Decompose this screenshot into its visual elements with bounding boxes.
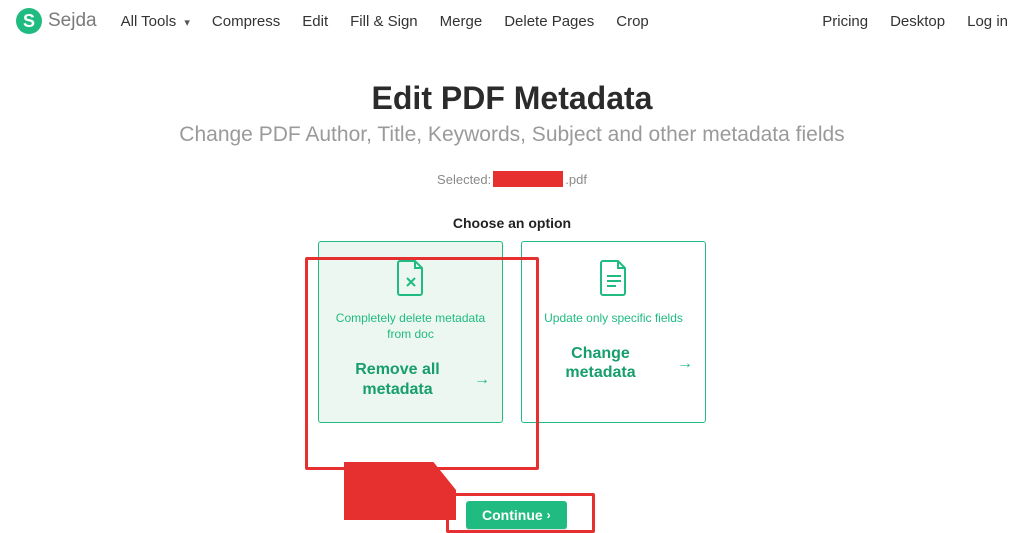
brand-badge-icon: S xyxy=(16,8,42,34)
nav-login[interactable]: Log in xyxy=(967,13,1008,30)
option-change-metadata[interactable]: Update only specific fields Change metad… xyxy=(521,241,706,423)
option-remove-title: Remove all metadata → xyxy=(331,360,490,398)
nav-fill-sign[interactable]: Fill & Sign xyxy=(350,13,418,30)
option-cards: Completely delete metadata from doc Remo… xyxy=(0,241,1024,423)
option-remove-desc: Completely delete metadata from doc xyxy=(331,310,490,342)
selected-suffix: .pdf xyxy=(565,172,587,187)
nav-edit[interactable]: Edit xyxy=(302,13,328,30)
arrow-right-icon: → xyxy=(474,370,490,389)
selected-prefix: Selected: xyxy=(437,172,491,187)
option-change-title: Change metadata → xyxy=(534,344,693,382)
option-remove-metadata[interactable]: Completely delete metadata from doc Remo… xyxy=(318,241,503,423)
nav-compress[interactable]: Compress xyxy=(212,13,280,30)
page-title: Edit PDF Metadata xyxy=(0,80,1024,117)
file-lines-icon xyxy=(599,260,629,296)
nav-merge[interactable]: Merge xyxy=(440,13,483,30)
nav-all-tools[interactable]: All Tools ▾ xyxy=(121,13,190,30)
file-x-icon xyxy=(396,260,426,296)
chevron-down-icon: ▾ xyxy=(184,17,190,29)
brand-logo[interactable]: S Sejda xyxy=(16,8,97,34)
annotation-arrow-icon xyxy=(344,462,456,520)
brand-text: Sejda xyxy=(48,10,97,32)
arrow-right-icon: → xyxy=(677,354,693,373)
nav-desktop[interactable]: Desktop xyxy=(890,13,945,30)
choose-option-label: Choose an option xyxy=(0,215,1024,231)
nav-right-group: Pricing Desktop Log in xyxy=(822,13,1008,30)
top-nav: S Sejda All Tools ▾ Compress Edit Fill &… xyxy=(0,0,1024,34)
page-subtitle: Change PDF Author, Title, Keywords, Subj… xyxy=(0,123,1024,147)
continue-button[interactable]: Continue › xyxy=(466,501,567,529)
selected-file-line: Selected: .pdf xyxy=(0,171,1024,187)
option-change-desc: Update only specific fields xyxy=(544,310,683,326)
redacted-filename xyxy=(493,171,563,187)
nav-crop[interactable]: Crop xyxy=(616,13,649,30)
nav-delete-pages[interactable]: Delete Pages xyxy=(504,13,594,30)
nav-pricing[interactable]: Pricing xyxy=(822,13,868,30)
hero-section: Edit PDF Metadata Change PDF Author, Tit… xyxy=(0,80,1024,187)
nav-left-group: All Tools ▾ Compress Edit Fill & Sign Me… xyxy=(121,13,649,30)
